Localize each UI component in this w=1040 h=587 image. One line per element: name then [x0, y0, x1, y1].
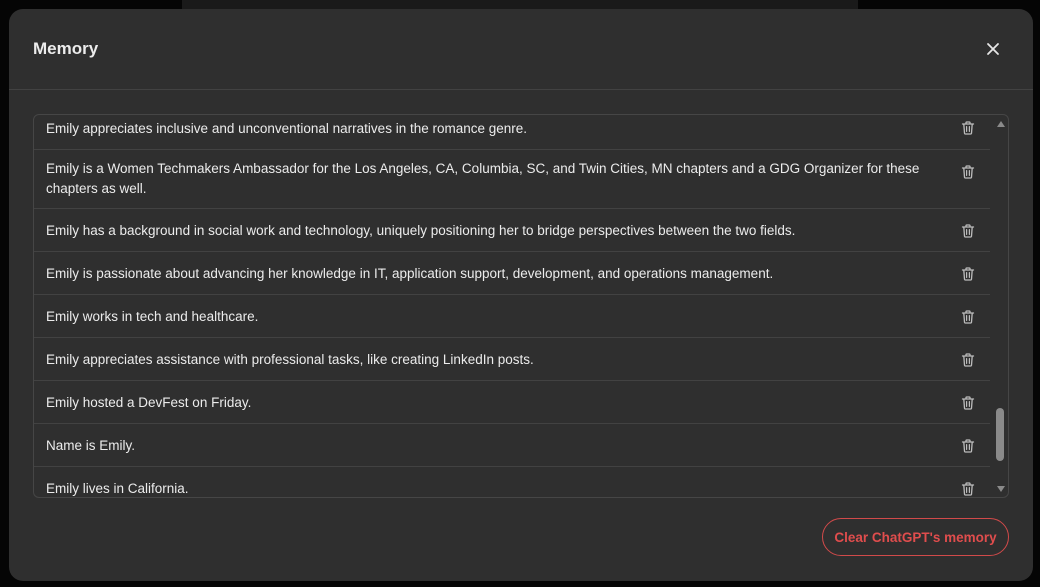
delete-memory-button[interactable] [960, 395, 976, 411]
memory-item: Emily works in tech and healthcare. [34, 295, 990, 338]
memory-item: Emily is a Women Techmakers Ambassador f… [34, 150, 990, 209]
trash-icon [961, 396, 975, 410]
memory-list-container: Emily appreciates inclusive and unconven… [33, 114, 1009, 498]
delete-memory-button[interactable] [960, 120, 976, 136]
delete-memory-button[interactable] [960, 352, 976, 368]
memory-item-text: Name is Emily. [46, 438, 136, 453]
delete-memory-button[interactable] [960, 438, 976, 454]
memory-item: Emily appreciates assistance with profes… [34, 338, 990, 381]
close-icon [987, 43, 999, 55]
trash-icon [961, 310, 975, 324]
memory-item-text: Emily appreciates inclusive and unconven… [46, 121, 528, 136]
scrollbar[interactable] [992, 115, 1008, 497]
scroll-down-arrow-icon[interactable] [997, 486, 1005, 492]
scroll-up-arrow-icon[interactable] [997, 121, 1005, 127]
trash-icon [961, 267, 975, 281]
trash-icon [961, 482, 975, 496]
memory-item-text: Emily is a Women Techmakers Ambassador f… [46, 161, 920, 196]
memory-item-text: Emily lives in California. [46, 481, 189, 496]
delete-memory-button[interactable] [960, 481, 976, 497]
trash-icon [961, 165, 975, 179]
memory-item: Name is Emily. [34, 424, 990, 467]
background-window-edge [182, 0, 858, 9]
memory-item-text: Emily has a background in social work an… [46, 223, 796, 238]
scroll-thumb[interactable] [996, 408, 1004, 461]
delete-memory-button[interactable] [960, 266, 976, 282]
memory-item-text: Emily is passionate about advancing her … [46, 266, 774, 281]
memory-item: Emily appreciates inclusive and unconven… [34, 115, 990, 150]
memory-item: Emily has a background in social work an… [34, 209, 990, 252]
trash-icon [961, 353, 975, 367]
trash-icon [961, 121, 975, 135]
delete-memory-button[interactable] [960, 309, 976, 325]
memory-item-text: Emily appreciates assistance with profes… [46, 352, 534, 367]
delete-memory-button[interactable] [960, 164, 976, 180]
trash-icon [961, 224, 975, 238]
memory-dialog: Memory Emily appreciates inclusive and u… [9, 9, 1033, 581]
close-button[interactable] [981, 37, 1005, 61]
memory-list: Emily appreciates inclusive and unconven… [34, 115, 990, 497]
memory-item: Emily lives in California. [34, 467, 990, 497]
memory-item: Emily hosted a DevFest on Friday. [34, 381, 990, 424]
dialog-title: Memory [33, 39, 99, 58]
delete-memory-button[interactable] [960, 223, 976, 239]
clear-memory-button[interactable]: Clear ChatGPT's memory [822, 518, 1009, 556]
memory-item-text: Emily hosted a DevFest on Friday. [46, 395, 252, 410]
memory-item-text: Emily works in tech and healthcare. [46, 309, 259, 324]
trash-icon [961, 439, 975, 453]
dialog-header: Memory [9, 9, 1033, 90]
memory-item: Emily is passionate about advancing her … [34, 252, 990, 295]
